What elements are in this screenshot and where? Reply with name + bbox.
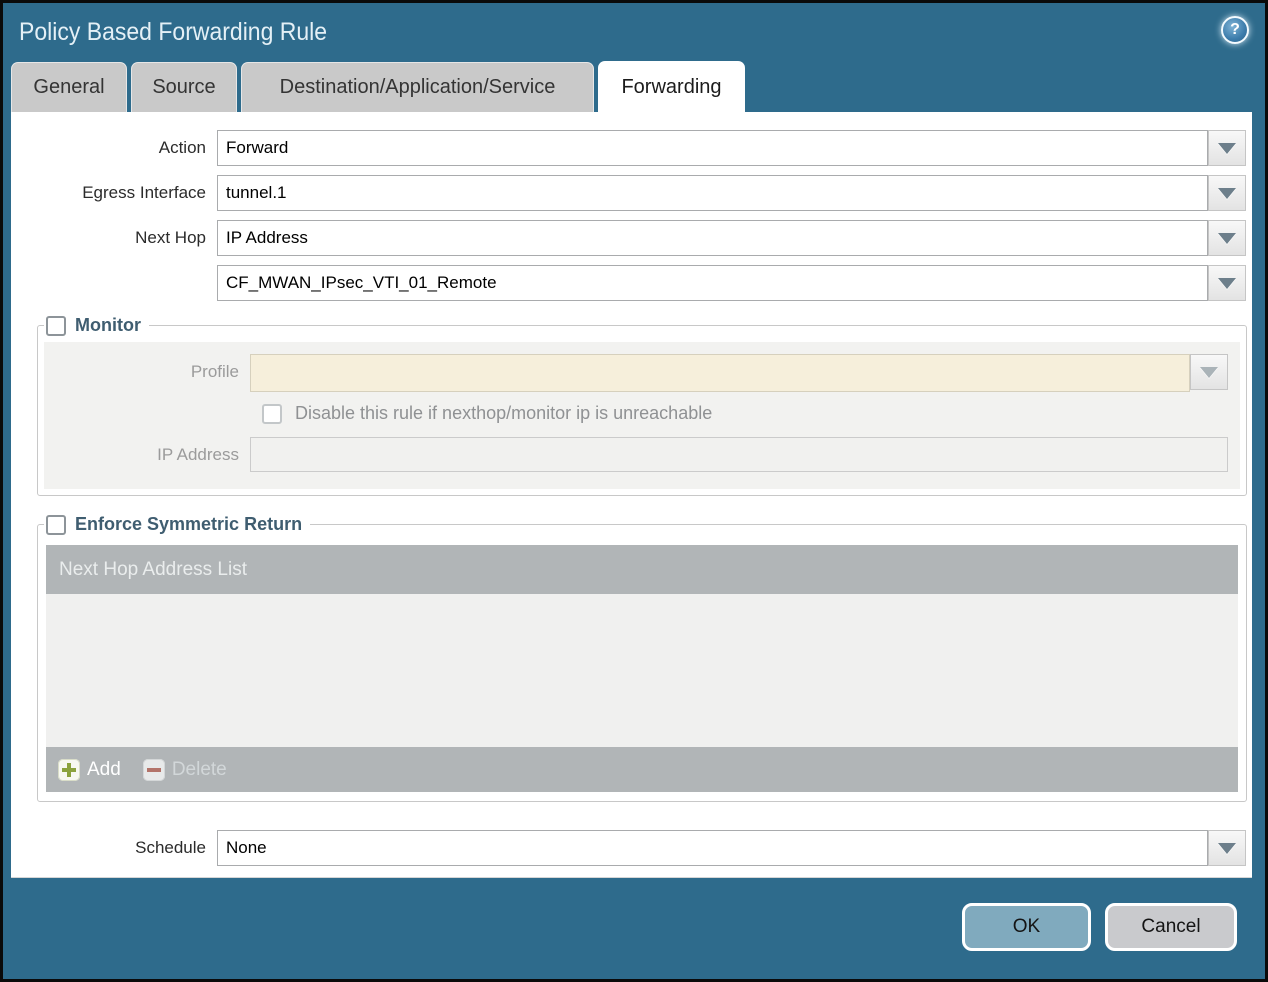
forwarding-tab-panel: Action Egress Interface Next Hop xyxy=(11,112,1252,878)
next-hop-address-table-header: Next Hop Address List xyxy=(46,545,1238,594)
chevron-down-icon xyxy=(1218,142,1236,154)
monitor-legend: Monitor xyxy=(44,315,149,336)
next-hop-type-dropdown-button[interactable] xyxy=(1208,220,1246,256)
monitor-profile-dropdown-button xyxy=(1190,354,1228,390)
enforce-symmetric-return-legend-label: Enforce Symmetric Return xyxy=(75,514,303,534)
add-button[interactable]: Add xyxy=(58,758,121,781)
chevron-down-icon xyxy=(1218,232,1236,244)
tab-source[interactable]: Source xyxy=(131,62,237,112)
next-hop-address-dropdown-button[interactable] xyxy=(1208,265,1246,301)
egress-interface-row: Egress Interface xyxy=(11,175,1252,211)
next-hop-address-table: Next Hop Address List Add Delete xyxy=(46,545,1238,792)
dialog-title: Policy Based Forwarding Rule xyxy=(19,17,328,46)
monitor-profile-input xyxy=(250,354,1190,392)
action-label: Action xyxy=(158,138,206,157)
egress-interface-label: Egress Interface xyxy=(82,183,206,202)
chevron-down-icon xyxy=(1200,366,1218,378)
egress-interface-input[interactable] xyxy=(217,175,1208,211)
tab-destination-application-service[interactable]: Destination/Application/Service xyxy=(241,62,594,112)
monitor-legend-label: Monitor xyxy=(75,315,141,335)
next-hop-address-table-body[interactable] xyxy=(46,594,1238,747)
next-hop-address-row xyxy=(11,265,1252,301)
enforce-symmetric-return-fieldset: Enforce Symmetric Return Next Hop Addres… xyxy=(37,514,1247,802)
tab-forwarding[interactable]: Forwarding xyxy=(598,61,745,112)
disable-rule-checkbox xyxy=(262,403,282,424)
next-hop-row: Next Hop xyxy=(11,220,1252,256)
schedule-label: Schedule xyxy=(135,838,206,857)
chevron-down-icon xyxy=(1218,842,1236,854)
monitor-checkbox[interactable] xyxy=(46,315,66,336)
enforce-symmetric-return-legend: Enforce Symmetric Return xyxy=(44,514,310,535)
plus-icon xyxy=(58,758,80,781)
minus-icon xyxy=(142,758,165,781)
monitor-profile-row: Profile xyxy=(44,354,1240,392)
delete-button: Delete xyxy=(142,758,227,781)
action-dropdown-button[interactable] xyxy=(1208,130,1246,166)
next-hop-type-input[interactable] xyxy=(217,220,1208,256)
monitor-ip-address-row: IP Address xyxy=(44,437,1240,473)
ok-button[interactable]: OK xyxy=(962,902,1091,951)
policy-based-forwarding-dialog: Policy Based Forwarding Rule ? General S… xyxy=(0,0,1268,982)
enforce-symmetric-return-checkbox[interactable] xyxy=(46,514,66,535)
schedule-dropdown-button[interactable] xyxy=(1208,830,1246,866)
chevron-down-icon xyxy=(1218,277,1236,289)
monitor-disable-rule-row: Disable this rule if nexthop/monitor ip … xyxy=(262,403,1240,424)
next-hop-address-list-column-header: Next Hop Address List xyxy=(59,558,247,580)
add-button-label: Add xyxy=(87,758,121,780)
cancel-button[interactable]: Cancel xyxy=(1105,902,1237,951)
tab-general[interactable]: General xyxy=(11,62,127,112)
monitor-ip-address-label: IP Address xyxy=(157,445,239,464)
schedule-input[interactable] xyxy=(217,830,1208,866)
action-input[interactable] xyxy=(217,130,1208,166)
disable-rule-label: Disable this rule if nexthop/monitor ip … xyxy=(295,403,713,423)
monitor-profile-label: Profile xyxy=(190,362,239,381)
delete-button-label: Delete xyxy=(171,758,227,780)
next-hop-address-table-footer: Add Delete xyxy=(46,747,1238,792)
monitor-ip-address-input xyxy=(250,437,1228,472)
tab-bar: General Source Destination/Application/S… xyxy=(3,61,1265,112)
action-row: Action xyxy=(11,130,1252,166)
chevron-down-icon xyxy=(1218,187,1236,199)
help-icon[interactable]: ? xyxy=(1221,16,1249,44)
monitor-panel: Profile Disable this rule if nexthop/mon… xyxy=(44,342,1240,489)
dialog-footer: OK Cancel xyxy=(3,878,1265,975)
schedule-row: Schedule xyxy=(11,830,1252,866)
next-hop-address-input[interactable] xyxy=(217,265,1208,301)
next-hop-label: Next Hop xyxy=(135,228,206,247)
dialog-titlebar: Policy Based Forwarding Rule ? xyxy=(3,3,1265,61)
egress-interface-dropdown-button[interactable] xyxy=(1208,175,1246,211)
monitor-fieldset: Monitor Profile Disable this rule if nex… xyxy=(37,315,1247,496)
